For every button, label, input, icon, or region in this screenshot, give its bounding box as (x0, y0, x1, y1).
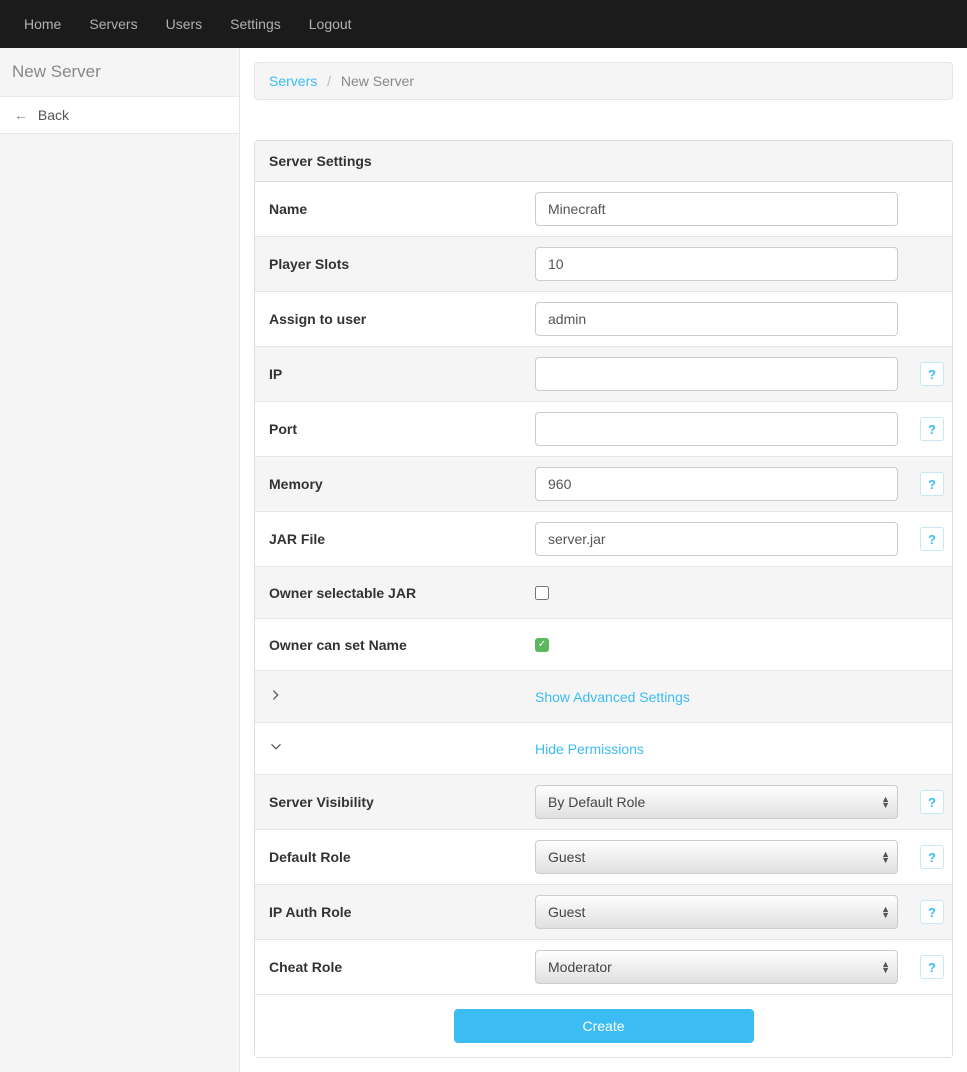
help-port[interactable]: ? (920, 417, 944, 441)
help-server-visibility[interactable]: ? (920, 790, 944, 814)
settings-panel: Server Settings Name Player Slots Assign (254, 140, 953, 1058)
row-owner-selectable-jar: Owner selectable JAR (255, 567, 952, 619)
nav-servers[interactable]: Servers (75, 1, 151, 47)
chevron-down-icon (255, 740, 535, 757)
select-server-visibility[interactable]: By Default Role (535, 785, 898, 819)
input-player-slots[interactable] (535, 247, 898, 281)
row-server-visibility: Server Visibility By Default Role ▲▼ ? (255, 775, 952, 830)
input-name[interactable] (535, 192, 898, 226)
label-memory: Memory (255, 476, 535, 492)
help-jar-file[interactable]: ? (920, 527, 944, 551)
label-owner-selectable-jar: Owner selectable JAR (255, 585, 535, 601)
link-hide-permissions[interactable]: Hide Permissions (535, 741, 644, 757)
row-permissions-toggle[interactable]: Hide Permissions (255, 723, 952, 775)
input-port[interactable] (535, 412, 898, 446)
select-default-role[interactable]: Guest (535, 840, 898, 874)
main-content: Servers / New Server Server Settings Nam… (240, 48, 967, 1072)
help-ip[interactable]: ? (920, 362, 944, 386)
row-memory: Memory ? (255, 457, 952, 512)
label-port: Port (255, 421, 535, 437)
label-assign-user: Assign to user (255, 311, 535, 327)
row-advanced-toggle[interactable]: Show Advanced Settings (255, 671, 952, 723)
checkbox-owner-selectable-jar[interactable] (535, 586, 549, 600)
label-name: Name (255, 201, 535, 217)
row-ip-auth-role: IP Auth Role Guest ▲▼ ? (255, 885, 952, 940)
create-button[interactable]: Create (454, 1009, 754, 1043)
row-port: Port ? (255, 402, 952, 457)
sidebar-back[interactable]: ← Back (0, 96, 239, 134)
row-owner-set-name: Owner can set Name ✓ (255, 619, 952, 671)
sidebar-back-label: Back (38, 107, 69, 123)
label-ip-auth-role: IP Auth Role (255, 904, 535, 920)
check-icon: ✓ (538, 640, 546, 650)
help-default-role[interactable]: ? (920, 845, 944, 869)
label-cheat-role: Cheat Role (255, 959, 535, 975)
row-jar-file: JAR File ? (255, 512, 952, 567)
label-ip: IP (255, 366, 535, 382)
help-memory[interactable]: ? (920, 472, 944, 496)
checkbox-owner-set-name[interactable]: ✓ (535, 638, 549, 652)
input-ip[interactable] (535, 357, 898, 391)
input-memory[interactable] (535, 467, 898, 501)
row-submit: Create (255, 995, 952, 1057)
breadcrumb-separator: / (321, 73, 337, 89)
nav-logout[interactable]: Logout (295, 1, 366, 47)
row-default-role: Default Role Guest ▲▼ ? (255, 830, 952, 885)
chevron-right-icon (255, 688, 535, 705)
help-ip-auth-role[interactable]: ? (920, 900, 944, 924)
nav-home[interactable]: Home (10, 1, 75, 47)
sidebar: New Server ← Back (0, 48, 240, 1072)
panel-heading: Server Settings (255, 141, 952, 182)
navbar: Home Servers Users Settings Logout (0, 0, 967, 48)
label-player-slots: Player Slots (255, 256, 535, 272)
sidebar-title: New Server (0, 48, 239, 96)
breadcrumb: Servers / New Server (254, 62, 953, 100)
label-jar-file: JAR File (255, 531, 535, 547)
arrow-left-icon: ← (14, 107, 28, 123)
breadcrumb-current: New Server (341, 73, 414, 89)
help-cheat-role[interactable]: ? (920, 955, 944, 979)
row-assign-user: Assign to user (255, 292, 952, 347)
label-owner-set-name: Owner can set Name (255, 637, 535, 653)
row-cheat-role: Cheat Role Moderator ▲▼ ? (255, 940, 952, 995)
nav-settings[interactable]: Settings (216, 1, 295, 47)
label-server-visibility: Server Visibility (255, 794, 535, 810)
row-name: Name (255, 182, 952, 237)
row-ip: IP ? (255, 347, 952, 402)
input-assign-user[interactable] (535, 302, 898, 336)
breadcrumb-servers[interactable]: Servers (269, 73, 317, 89)
nav-users[interactable]: Users (152, 1, 217, 47)
select-cheat-role[interactable]: Moderator (535, 950, 898, 984)
input-jar-file[interactable] (535, 522, 898, 556)
label-default-role: Default Role (255, 849, 535, 865)
link-advanced-settings[interactable]: Show Advanced Settings (535, 689, 690, 705)
select-ip-auth-role[interactable]: Guest (535, 895, 898, 929)
row-player-slots: Player Slots (255, 237, 952, 292)
